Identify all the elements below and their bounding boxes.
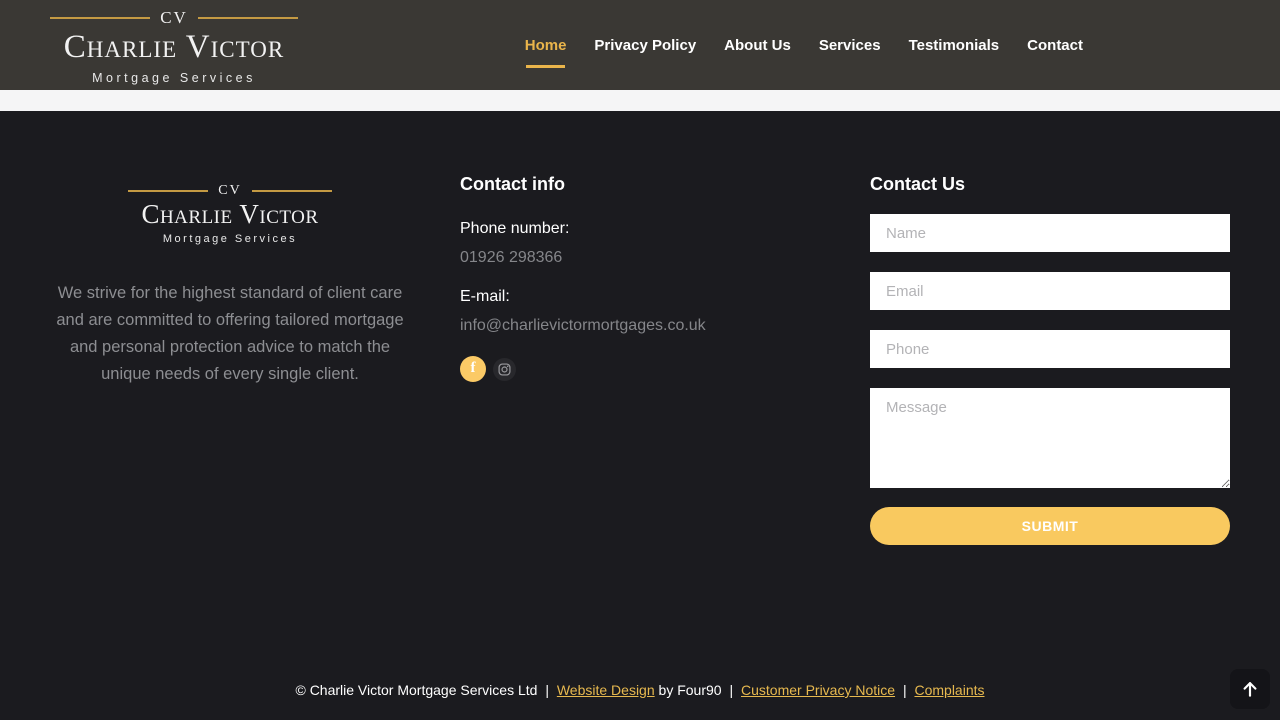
- separator: |: [729, 682, 733, 698]
- scroll-to-top-button[interactable]: [1230, 669, 1270, 709]
- logo-tagline: Mortgage Services: [163, 233, 297, 245]
- logo-line-left: [50, 17, 150, 19]
- site-footer: CV Charlie Victor Mortgage Services We s…: [0, 111, 1280, 720]
- facebook-icon[interactable]: f: [460, 356, 486, 382]
- nav-link-services[interactable]: Services: [819, 37, 881, 54]
- logo-line-right: [198, 17, 298, 19]
- nav-link-privacy-policy[interactable]: Privacy Policy: [594, 37, 696, 54]
- logo-name: Charlie Victor: [64, 29, 284, 66]
- message-textarea[interactable]: [870, 388, 1230, 488]
- email-input[interactable]: [870, 272, 1230, 310]
- email-label: E-mail:: [460, 288, 800, 306]
- footer-logo: CV Charlie Victor Mortgage Services: [128, 183, 332, 245]
- phone-label: Phone number:: [460, 220, 800, 238]
- nav-link-contact[interactable]: Contact: [1027, 37, 1083, 54]
- by-text: by Four90: [659, 682, 722, 698]
- contact-form: SUBMIT: [870, 214, 1230, 545]
- separator: |: [903, 682, 907, 698]
- legal-bar: © Charlie Victor Mortgage Services Ltd |…: [0, 682, 1280, 698]
- arrow-up-icon: [1240, 679, 1260, 699]
- logo-initials-row: CV: [50, 8, 298, 28]
- contact-us-heading: Contact Us: [870, 174, 1230, 195]
- nav-link-testimonials[interactable]: Testimonials: [909, 37, 1000, 54]
- footer-contact-info-column: Contact info Phone number: 01926 298366 …: [460, 174, 800, 382]
- header-logo[interactable]: CV Charlie Victor Mortgage Services: [50, 8, 298, 85]
- instagram-icon[interactable]: [493, 358, 516, 381]
- footer-logo-initials-row: CV: [128, 183, 332, 199]
- about-text: We strive for the highest standard of cl…: [50, 280, 410, 388]
- social-links: f: [460, 356, 800, 382]
- main-nav: Home Privacy Policy About Us Services Te…: [525, 0, 1083, 90]
- logo-line-left: [128, 190, 208, 192]
- footer-about-column: CV Charlie Victor Mortgage Services We s…: [50, 183, 410, 388]
- phone-value: 01926 298366: [460, 249, 800, 267]
- logo-initials: CV: [218, 183, 241, 199]
- submit-button[interactable]: SUBMIT: [870, 507, 1230, 545]
- content-strip: [0, 90, 1280, 111]
- nav-link-home[interactable]: Home: [525, 37, 567, 54]
- logo-initials: CV: [160, 8, 188, 28]
- separator: |: [545, 682, 549, 698]
- email-value: info@charlievictormortgages.co.uk: [460, 317, 800, 335]
- name-input[interactable]: [870, 214, 1230, 252]
- logo-line-right: [252, 190, 332, 192]
- facebook-glyph: f: [471, 360, 476, 377]
- contact-info-heading: Contact info: [460, 174, 800, 195]
- website-design-link[interactable]: Website Design: [557, 682, 655, 698]
- logo-tagline: Mortgage Services: [92, 71, 256, 85]
- logo-name: Charlie Victor: [141, 199, 318, 230]
- phone-input[interactable]: [870, 330, 1230, 368]
- footer-contact-form-column: Contact Us SUBMIT: [870, 174, 1230, 545]
- complaints-link[interactable]: Complaints: [914, 682, 984, 698]
- site-header: CV Charlie Victor Mortgage Services Home…: [0, 0, 1280, 90]
- customer-privacy-notice-link[interactable]: Customer Privacy Notice: [741, 682, 895, 698]
- nav-link-about-us[interactable]: About Us: [724, 37, 791, 54]
- copyright-text: © Charlie Victor Mortgage Services Ltd: [295, 682, 537, 698]
